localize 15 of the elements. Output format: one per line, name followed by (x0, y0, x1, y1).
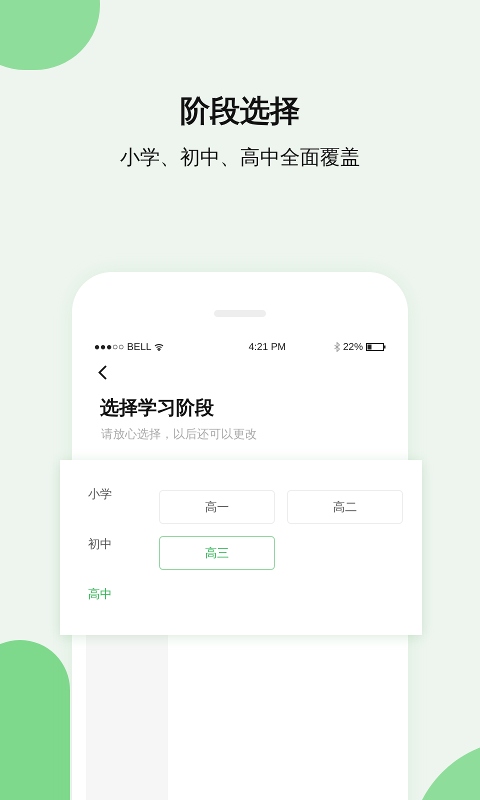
page-title: 选择学习阶段 (100, 397, 215, 421)
headline: 阶段选择 (180, 94, 300, 130)
battery-icon (366, 343, 386, 351)
wifi-icon (154, 343, 164, 351)
page-hint: 请放心选择，以后还可以更改 (101, 426, 258, 442)
stage-tab[interactable]: 小学 (88, 486, 159, 502)
battery-percent: 22% (342, 340, 363, 354)
back-icon[interactable] (98, 365, 107, 380)
grade-option[interactable]: 高二 (287, 490, 403, 524)
bluetooth-icon (334, 342, 340, 352)
subheadline: 小学、初中、高中全面覆盖 (120, 146, 360, 171)
status-time: 4:21 PM (248, 340, 286, 354)
grade-option[interactable]: 高一 (159, 490, 275, 524)
carrier-label: ●●●○○ BELL (94, 340, 152, 354)
stage-tab[interactable]: 初中 (88, 536, 159, 552)
